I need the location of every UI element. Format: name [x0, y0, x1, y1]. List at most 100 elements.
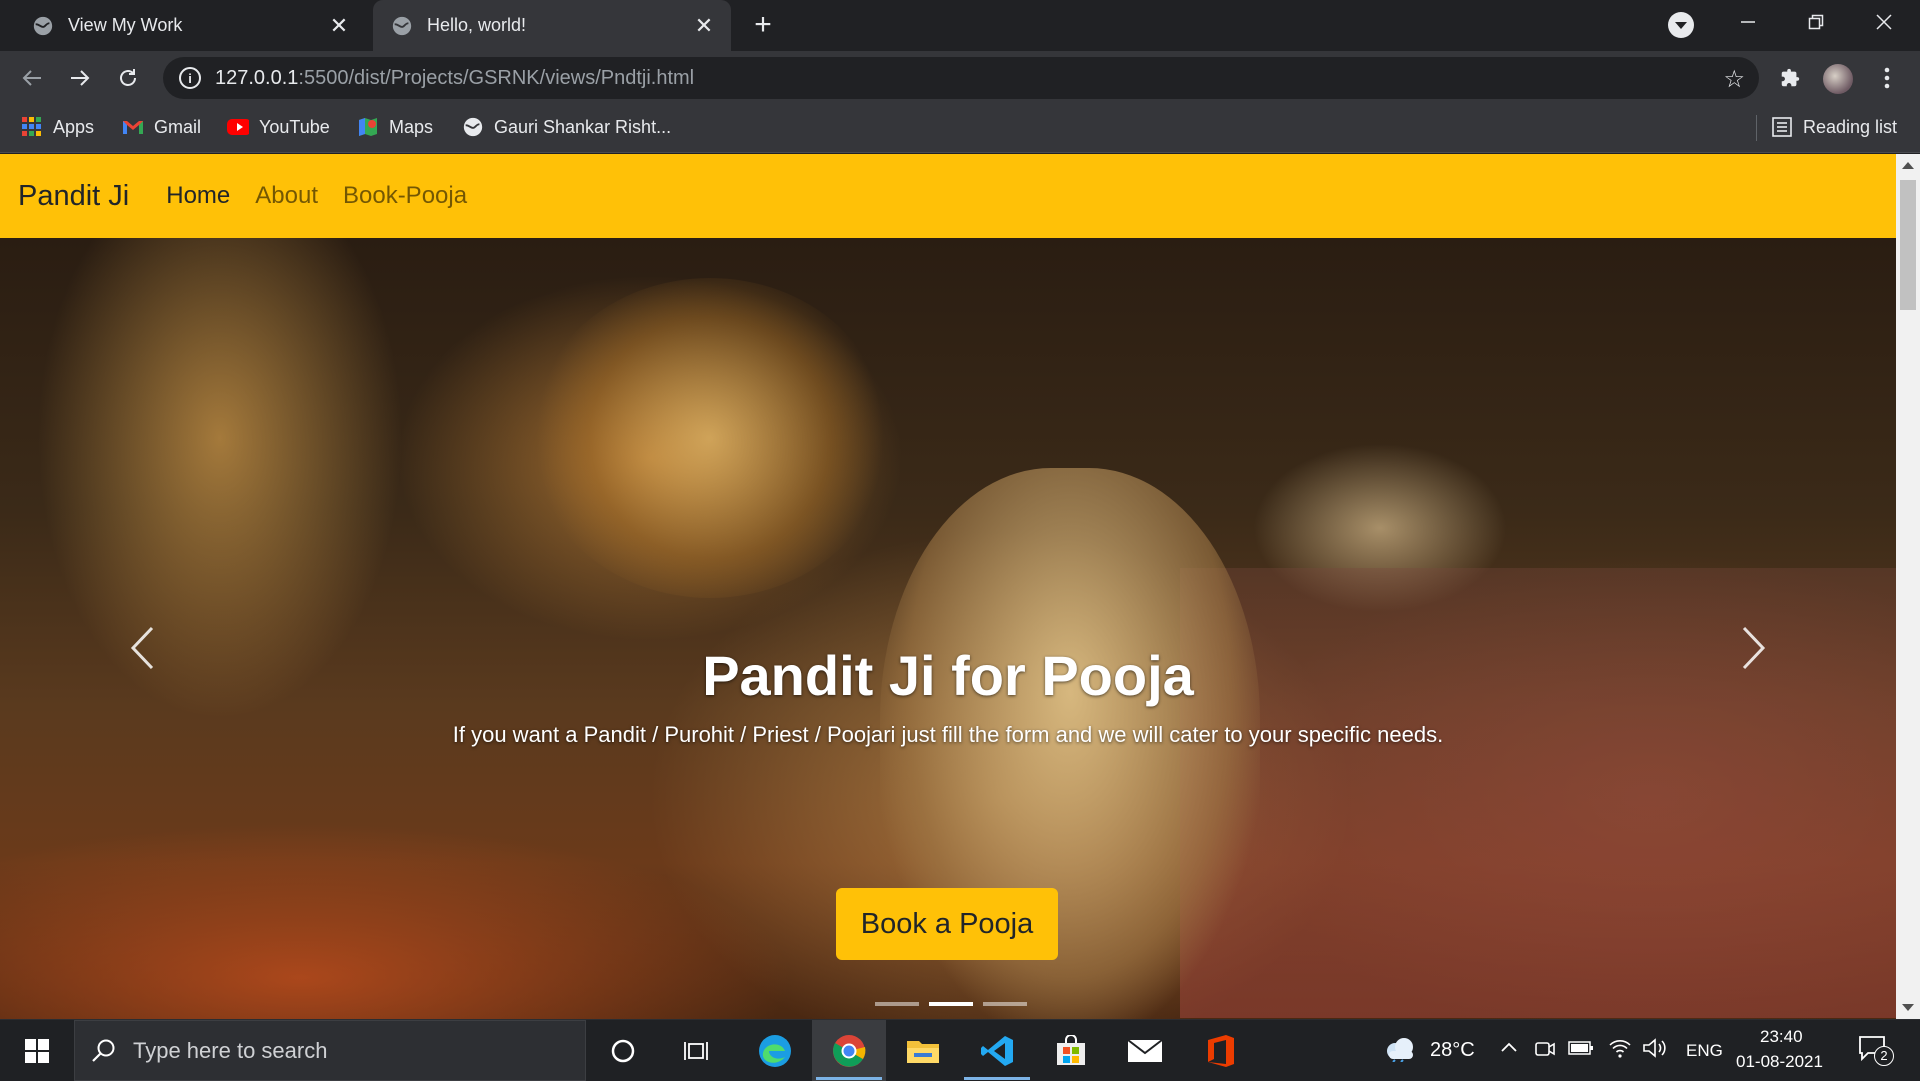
tab-bar: View My Work ✕ Hello, world! ✕ + — [0, 0, 1920, 51]
hero-title: Pandit Ji for Pooja — [702, 644, 1194, 707]
profile-avatar[interactable] — [1823, 64, 1853, 94]
globe-icon — [33, 16, 53, 35]
bookmark-youtube[interactable]: YouTube — [227, 105, 330, 149]
site-brand[interactable]: Pandit Ji — [18, 180, 129, 213]
site-info-icon[interactable]: i — [179, 67, 201, 89]
apps-grid-icon — [21, 116, 43, 138]
search-icon — [92, 1039, 115, 1062]
scrollbar-thumb[interactable] — [1900, 180, 1916, 310]
book-pooja-button[interactable]: Book a Pooja — [836, 888, 1058, 960]
restore-window-button[interactable] — [1784, 0, 1848, 44]
wifi-icon[interactable] — [1608, 1036, 1632, 1060]
url-host: 127.0.0.1 — [215, 66, 299, 89]
close-tab-icon[interactable]: ✕ — [328, 13, 350, 38]
bookmark-maps[interactable]: Maps — [357, 105, 433, 149]
tab-title: Hello, world! — [427, 15, 527, 35]
office-taskbar-icon[interactable] — [1184, 1020, 1258, 1081]
youtube-icon — [227, 116, 249, 138]
reading-list-button[interactable]: Reading list — [1771, 105, 1897, 149]
mail-icon — [1127, 1038, 1163, 1062]
vscode-taskbar-icon[interactable] — [960, 1020, 1034, 1081]
clock-time[interactable]: 23:40 — [1760, 1027, 1803, 1047]
tab-search-button[interactable] — [1668, 12, 1694, 38]
bookmark-gauri-shankar[interactable]: Gauri Shankar Risht... — [462, 105, 671, 149]
clock-date[interactable]: 01-08-2021 — [1736, 1052, 1823, 1072]
crowd-image — [1180, 568, 1896, 1018]
bookmarks-separator — [1756, 115, 1757, 141]
cortana-circle-icon — [611, 1039, 635, 1062]
bookmark-label: Gmail — [154, 116, 202, 137]
reload-button[interactable] — [109, 59, 147, 97]
close-window-button[interactable] — [1852, 0, 1916, 44]
tab-view-my-work[interactable]: View My Work ✕ — [14, 0, 366, 51]
input-language[interactable]: ENG — [1686, 1041, 1723, 1061]
minimize-window-button[interactable] — [1716, 0, 1780, 44]
chevron-up-icon[interactable] — [1500, 1041, 1518, 1053]
hero-subtitle: If you want a Pandit / Purohit / Priest … — [452, 722, 1444, 747]
edge-taskbar-icon[interactable] — [738, 1020, 812, 1081]
reading-list-icon — [1771, 116, 1793, 138]
carousel-indicator[interactable] — [983, 1002, 1027, 1006]
nav-book-pooja[interactable]: Book-Pooja — [343, 182, 467, 210]
bookmark-apps[interactable]: Apps — [21, 105, 94, 149]
weather-temperature[interactable]: 28°C — [1430, 1039, 1475, 1062]
forward-button[interactable] — [61, 59, 99, 97]
taskbar-search-box[interactable]: Type here to search — [74, 1020, 586, 1081]
page-scrollbar[interactable] — [1896, 154, 1920, 1019]
windows-logo-icon — [25, 1038, 49, 1063]
globe-icon — [462, 116, 484, 138]
store-taskbar-icon[interactable] — [1034, 1020, 1108, 1081]
globe-icon — [392, 16, 412, 35]
tab-title: View My Work — [68, 15, 183, 35]
url-path: :5500/dist/Projects/GSRNK/views/Pndtji.h… — [298, 66, 695, 89]
maps-icon — [357, 116, 379, 138]
back-button[interactable] — [13, 59, 51, 97]
scroll-up-arrow-icon[interactable] — [1902, 162, 1914, 169]
extensions-button[interactable] — [1771, 59, 1809, 97]
windows-taskbar: Type here to search 28°C ENG 23:40 01-08… — [0, 1019, 1920, 1081]
address-bar[interactable]: i 127.0.0.1:5500/dist/Projects/GSRNK/vie… — [163, 57, 1759, 99]
tab-hello-world[interactable]: Hello, world! ✕ — [373, 0, 731, 51]
carousel-indicator-active[interactable] — [929, 1002, 973, 1006]
chrome-taskbar-icon[interactable] — [812, 1020, 886, 1081]
nav-home[interactable]: Home — [166, 182, 230, 210]
carousel-indicators — [870, 1002, 1032, 1006]
hero-carousel: Pandit Ji for Pooja If you want a Pandit… — [0, 238, 1896, 1019]
chrome-menu-button[interactable] — [1868, 59, 1906, 97]
minimize-icon — [1741, 21, 1755, 23]
cortana-button[interactable] — [586, 1020, 660, 1081]
more-vertical-icon — [1884, 67, 1890, 89]
new-tab-button[interactable]: + — [748, 10, 778, 40]
carousel-indicator[interactable] — [875, 1002, 919, 1006]
bookmarks-bar: Apps Gmail YouTube Maps Gauri Shankar Ri… — [0, 105, 1920, 153]
store-icon — [1057, 1034, 1085, 1065]
battery-icon[interactable] — [1568, 1040, 1594, 1056]
close-tab-icon[interactable]: ✕ — [693, 13, 715, 38]
notification-count-badge: 2 — [1874, 1046, 1894, 1066]
close-icon — [1876, 14, 1892, 30]
taskbar-search-placeholder: Type here to search — [133, 1037, 328, 1063]
site-navbar: Pandit Ji Home About Book-Pooja — [0, 154, 1896, 238]
scroll-down-arrow-icon[interactable] — [1902, 1004, 1914, 1011]
bookmark-label: Apps — [53, 116, 95, 137]
bookmark-label: YouTube — [259, 116, 330, 137]
start-button[interactable] — [0, 1020, 74, 1081]
task-view-icon — [684, 1041, 708, 1060]
reload-icon — [120, 69, 136, 86]
aarti-lamp-image — [530, 278, 890, 598]
arrow-left-icon — [22, 70, 41, 86]
bookmark-gmail[interactable]: Gmail — [122, 105, 201, 149]
nav-about[interactable]: About — [255, 182, 318, 210]
task-view-button[interactable] — [660, 1020, 734, 1081]
reading-list-label: Reading list — [1803, 116, 1898, 137]
weather-cloud-icon — [1387, 1038, 1413, 1062]
vscode-icon — [981, 1035, 1013, 1066]
meet-now-icon[interactable] — [1534, 1038, 1556, 1060]
page-viewport: Pandit Ji Home About Book-Pooja Pandit J… — [0, 154, 1920, 1019]
file-explorer-taskbar-icon[interactable] — [886, 1020, 960, 1081]
bookmark-star-icon[interactable]: ☆ — [1723, 65, 1745, 94]
edge-icon — [759, 1034, 791, 1067]
volume-icon[interactable] — [1642, 1037, 1668, 1059]
chrome-icon — [833, 1034, 866, 1067]
mail-taskbar-icon[interactable] — [1108, 1020, 1182, 1081]
